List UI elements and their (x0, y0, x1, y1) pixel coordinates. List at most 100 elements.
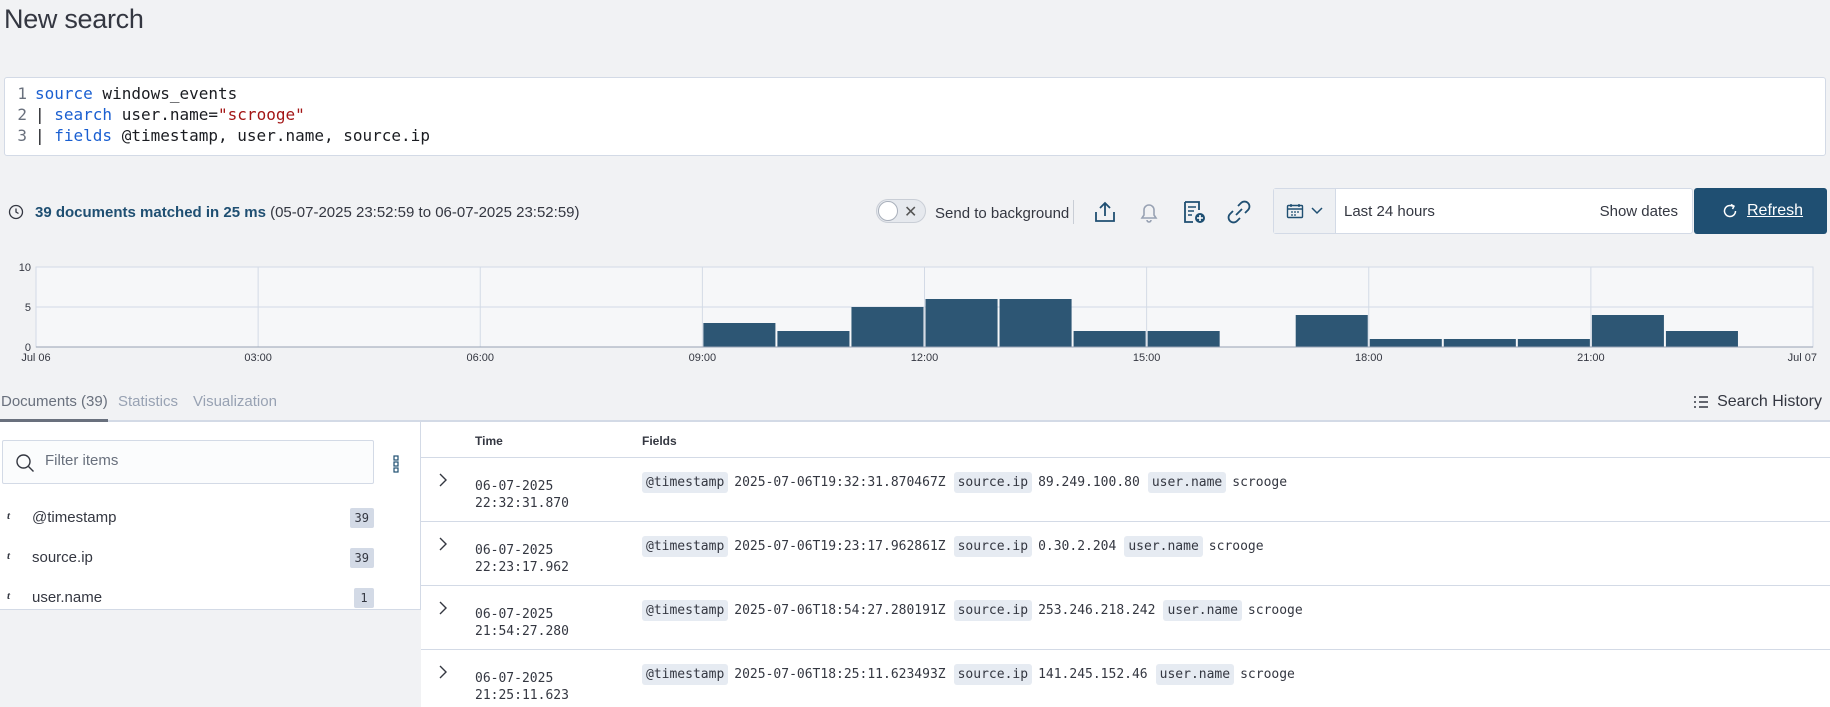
field-item-sourceip[interactable]: t source.ip 39 (0, 540, 421, 580)
line-number: 1 (17, 84, 27, 103)
bell-icon[interactable] (1135, 198, 1163, 226)
query-text: windows_events (92, 84, 238, 103)
table-row: 06-07-2025 22:32:31.870 @timestamp 2025-07-… (421, 459, 1830, 522)
tab-statistics[interactable]: Statistics (118, 393, 178, 410)
field-value-user-name: scrooge (1240, 667, 1295, 682)
query-text: user.name= (112, 105, 219, 124)
y-tick-label: 10 (19, 262, 31, 274)
field-type-icon: t (7, 510, 11, 522)
expand-row-icon[interactable] (436, 537, 450, 551)
refresh-label: Refresh (1747, 202, 1804, 219)
row-clock: 22:23:17.962 (475, 560, 569, 575)
field-key-user-name: user.name (1155, 664, 1235, 685)
show-dates-button[interactable]: Show dates (1600, 203, 1678, 220)
query-line: 3 | fields @timestamp, user.name, source.… (5, 125, 1825, 146)
histogram-bar (1147, 331, 1220, 347)
field-key-timestamp: @timestamp (642, 536, 729, 557)
row-time: 06-07-2025 22:23:17.962 (475, 542, 569, 576)
histogram-bar (1295, 315, 1368, 347)
page-title: New search (4, 4, 144, 34)
histogram-bar (703, 323, 776, 347)
histogram-bar (1665, 331, 1738, 347)
query-keyword: search (54, 105, 113, 124)
clock-icon (8, 204, 24, 220)
query-text: | (35, 105, 55, 124)
refresh-button[interactable]: Refresh (1694, 188, 1827, 234)
histogram-bar (999, 299, 1072, 347)
toggle-knob (878, 201, 898, 221)
filter-input[interactable] (45, 452, 365, 469)
more-options-icon[interactable] (393, 455, 399, 473)
x-tick-label: 06:00 (466, 352, 494, 364)
query-line: 1 source windows_events (5, 83, 1825, 104)
histogram-bar (851, 307, 924, 347)
x-tick-label: 18:00 (1355, 352, 1383, 364)
query-keyword: fields (54, 126, 113, 145)
fields-sidebar: t @timestamp 39 t source.ip 39 t user.name 1 (0, 422, 421, 610)
send-to-background-label: Send to background (935, 205, 1070, 222)
field-count-badge: 39 (349, 548, 374, 568)
list-icon (1694, 396, 1709, 408)
field-value-timestamp: 2025-07-06T18:54:27.280191Z (734, 603, 946, 618)
match-summary: 39 documents matched in 25 ms (05-07-202… (35, 204, 580, 221)
field-name: @timestamp (32, 509, 117, 526)
toolbar-divider (1073, 200, 1074, 224)
search-icon (16, 454, 34, 472)
field-value-user-name: scrooge (1208, 539, 1264, 554)
field-key-source-ip: source.ip (953, 472, 1033, 493)
field-type-icon: t (7, 590, 11, 602)
date-picker: Last 24 hours Show dates (1273, 188, 1693, 234)
tab-documents[interactable]: Documents (39) (1, 393, 108, 410)
field-key-source-ip: source.ip (953, 600, 1033, 621)
add-to-report-icon[interactable] (1180, 198, 1208, 226)
quick-select-button[interactable] (1274, 189, 1336, 233)
row-fields: @timestamp 2025-07-06T19:32:31.870467Z sou… (642, 472, 1289, 493)
field-value-timestamp: 2025-07-06T18:25:11.623493Z (734, 667, 946, 682)
calendar-icon (1286, 204, 1304, 219)
link-icon[interactable] (1225, 198, 1253, 226)
row-fields: @timestamp 2025-07-06T18:54:27.280191Z sou… (642, 600, 1305, 621)
x-tick-label: 21:00 (1577, 352, 1605, 364)
field-count-badge: 39 (349, 508, 374, 528)
field-key-user-name: user.name (1147, 472, 1227, 493)
field-key-source-ip: source.ip (953, 536, 1033, 557)
row-clock: 22:32:31.870 (475, 496, 569, 511)
field-value-timestamp: 2025-07-06T19:23:17.962861Z (734, 539, 946, 554)
field-key-timestamp: @timestamp (642, 472, 729, 493)
field-value-timestamp: 2025-07-06T19:32:31.870467Z (734, 475, 946, 490)
x-tick-label: Jul 06 (21, 352, 50, 364)
row-date: 06-07-2025 (475, 479, 554, 494)
histogram-bar (1073, 331, 1146, 347)
chevron-down-icon (1311, 207, 1323, 215)
expand-row-icon[interactable] (436, 473, 450, 487)
field-item-username[interactable]: t user.name 1 (0, 580, 421, 620)
y-tick-label: 5 (25, 302, 31, 314)
table-header: Time Fields (421, 422, 1830, 458)
field-item-timestamp[interactable]: t @timestamp 39 (0, 500, 421, 540)
field-count-badge: 1 (354, 588, 374, 608)
table-row: 06-07-2025 22:23:17.962 @timestamp 2025-07-… (421, 523, 1830, 586)
export-icon[interactable] (1091, 198, 1119, 226)
expand-row-icon[interactable] (436, 665, 450, 679)
row-fields: @timestamp 2025-07-06T18:25:11.623493Z sou… (642, 664, 1297, 685)
query-text: | (35, 126, 55, 145)
match-count: 39 documents matched in 25 ms (35, 204, 266, 221)
field-key-timestamp: @timestamp (642, 664, 729, 685)
query-keyword: source (35, 84, 93, 103)
send-to-background-toggle[interactable]: ✕ (876, 199, 926, 223)
query-editor[interactable]: 1 source windows_events 2 | search user.nam… (4, 77, 1826, 156)
column-header-time[interactable]: Time (475, 434, 503, 448)
field-key-user-name: user.name (1163, 600, 1242, 621)
tab-visualization[interactable]: Visualization (193, 393, 277, 410)
field-name: user.name (32, 589, 103, 606)
expand-row-icon[interactable] (436, 601, 450, 615)
histogram-chart: 1050Jul 06 03:00 06:00 09:00 12:00 15:00 18:00… (19, 262, 1817, 364)
row-date: 06-07-2025 (475, 607, 554, 622)
histogram-bar (777, 331, 850, 347)
time-range-label[interactable]: Last 24 hours (1344, 203, 1435, 220)
row-date: 06-07-2025 (475, 543, 554, 558)
search-history-button[interactable]: Search History (1693, 393, 1822, 411)
field-value-source-ip: 0.30.2.204 (1038, 539, 1117, 554)
histogram-bar (1591, 315, 1664, 347)
row-clock: 21:25:11.623 (475, 688, 569, 703)
